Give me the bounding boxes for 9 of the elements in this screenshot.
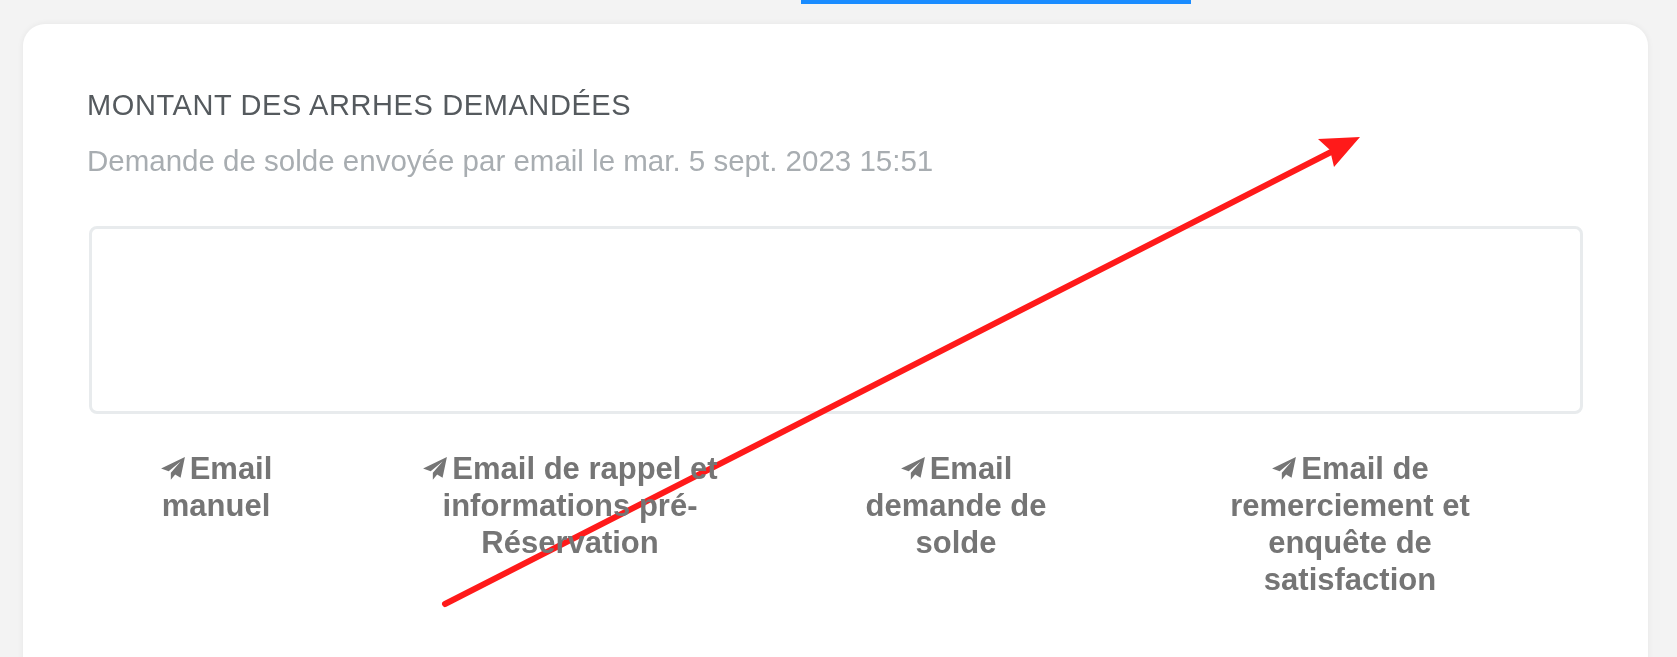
paper-plane-icon bbox=[899, 456, 926, 482]
paper-plane-icon bbox=[159, 456, 186, 482]
paper-plane-icon bbox=[1271, 456, 1298, 482]
paper-plane-icon bbox=[422, 456, 449, 482]
email-button[interactable]: Email manuel bbox=[136, 450, 296, 524]
section-title: MONTANT DES ARRHES DEMANDÉES bbox=[87, 88, 633, 122]
sent-info-text: Demande de solde envoyée par email le mar. 5 sept. 2023 15:51 bbox=[87, 144, 935, 178]
email-button[interactable]: Email demande de solde bbox=[840, 450, 1072, 561]
email-button[interactable]: Email de remerciement et enquête de satisfaction bbox=[1200, 450, 1500, 598]
